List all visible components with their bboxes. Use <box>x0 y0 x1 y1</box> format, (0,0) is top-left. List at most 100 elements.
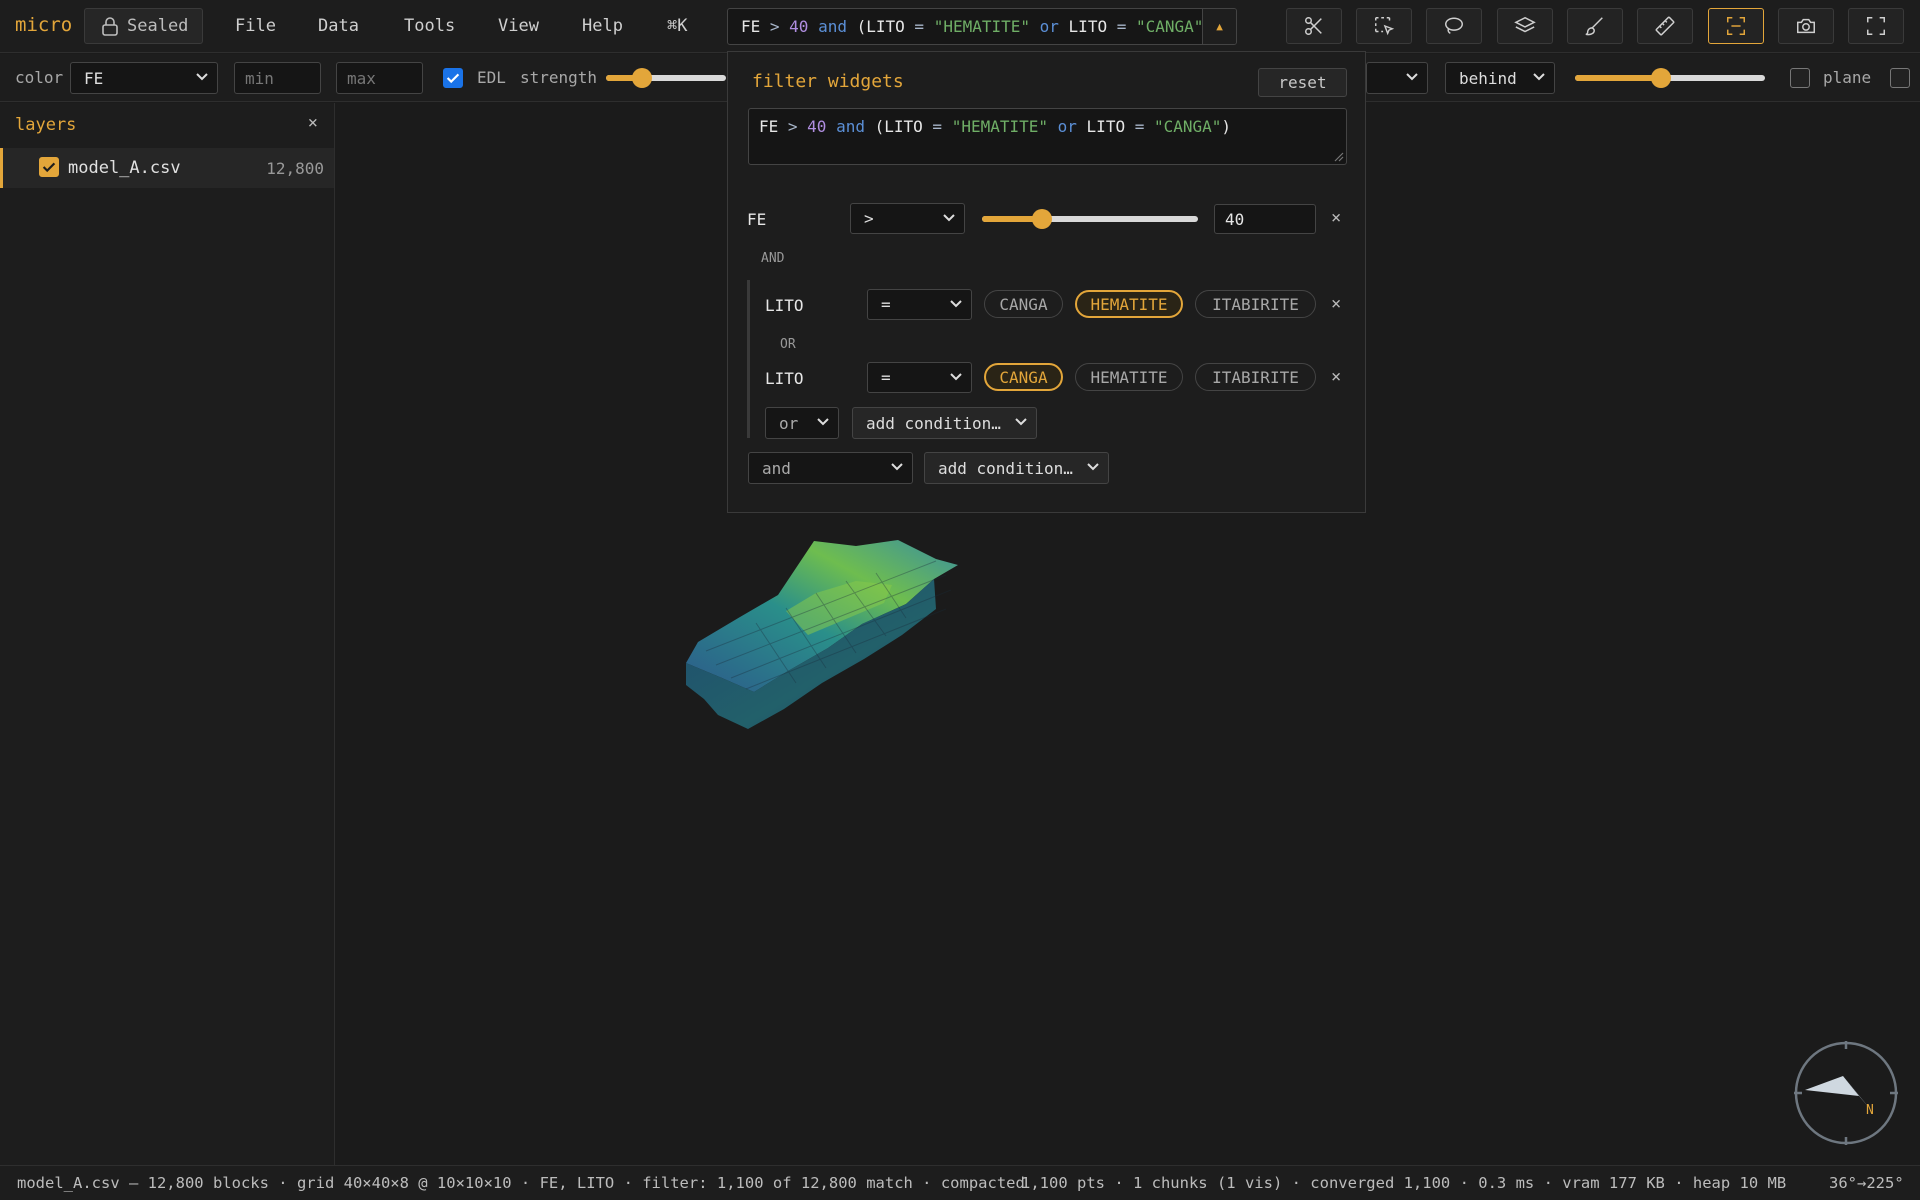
menu-help[interactable]: Help <box>582 16 623 36</box>
lito-option-canga[interactable]: CANGA <box>984 290 1063 318</box>
layers-icon <box>1514 16 1536 33</box>
query-token: = <box>904 17 934 36</box>
color-label: color <box>15 68 64 87</box>
lito-option-canga[interactable]: CANGA <box>984 363 1063 391</box>
lito-field-label: LITO <box>765 296 804 315</box>
query-token: or <box>1048 117 1087 136</box>
edl-label: EDL <box>477 68 506 87</box>
check-icon <box>446 73 460 84</box>
inner-join-select[interactable]: or <box>765 407 839 439</box>
fe-value-slider[interactable] <box>982 209 1198 229</box>
menu-file[interactable]: File <box>235 16 276 36</box>
outer-join-value: and <box>762 459 791 478</box>
compass-widget[interactable]: N <box>1791 1038 1901 1148</box>
command-palette-shortcut[interactable]: ⌘K <box>667 16 687 36</box>
opacity-slider[interactable] <box>1575 68 1765 88</box>
chevron-down-icon <box>1406 73 1418 81</box>
filter-expression-textarea[interactable]: FE > 40 and (LITO = "HEMATITE" or LITO =… <box>748 108 1347 165</box>
max-placeholder: max <box>347 69 376 88</box>
query-token: and <box>826 117 875 136</box>
chevron-down-icon <box>950 373 962 381</box>
chevron-down-icon <box>943 214 955 222</box>
filter-expression-text: FE > 40 and (LITO = "HEMATITE" or LITO =… <box>759 117 1231 136</box>
resize-handle-icon[interactable] <box>1334 152 1344 162</box>
chevron-down-icon <box>817 418 829 426</box>
extra-checkbox[interactable] <box>1890 68 1910 88</box>
fe-operator-select[interactable]: > <box>850 203 965 234</box>
slider-fill <box>1575 75 1661 81</box>
slider-knob[interactable] <box>1650 68 1671 88</box>
ruler-tool-button[interactable] <box>1637 8 1693 44</box>
scissors-icon <box>1305 17 1322 35</box>
lito-operator-select[interactable]: = <box>867 362 972 393</box>
fullscreen-button[interactable] <box>1848 8 1904 44</box>
layer-visibility-checkbox[interactable] <box>39 157 59 177</box>
slider-knob[interactable] <box>1032 209 1053 229</box>
status-bar: model_A.csv — 12,800 blocks · grid 40×40… <box>0 1165 1920 1200</box>
strength-label: strength <box>520 68 598 87</box>
and-connector-label: AND <box>761 251 785 266</box>
lito-option-itabirite[interactable]: ITABIRITE <box>1195 290 1316 318</box>
query-token: "HEMATITE" <box>933 17 1031 36</box>
lasso-tool-button[interactable] <box>1426 8 1482 44</box>
lito-field-label: LITO <box>765 369 804 388</box>
chevron-down-icon <box>891 463 903 471</box>
box-select-tool-button[interactable] <box>1356 8 1412 44</box>
lito-option-hematite[interactable]: HEMATITE <box>1075 290 1183 318</box>
outer-join-select[interactable]: and <box>748 452 913 484</box>
query-token: = <box>1107 17 1136 36</box>
close-sidebar-button[interactable]: × <box>308 113 318 133</box>
screenshot-button[interactable] <box>1778 8 1834 44</box>
cut-tool-button[interactable] <box>1286 8 1342 44</box>
query-token: "HEMATITE" <box>951 117 1049 136</box>
compass-north-label: N <box>1866 1103 1874 1118</box>
sealed-button[interactable]: Sealed <box>84 8 203 44</box>
lito-operator-select[interactable]: = <box>867 289 972 320</box>
chevron-down-icon <box>1533 73 1545 81</box>
filter-panel-toggle[interactable]: ▲ <box>1202 9 1236 44</box>
status-camera-angle: 36°→225° <box>1829 1174 1904 1192</box>
chevron-down-icon <box>196 73 208 81</box>
max-input[interactable]: max <box>336 62 423 94</box>
sealed-label: Sealed <box>127 16 189 36</box>
menu-view[interactable]: View <box>498 16 539 36</box>
layer-count: 12,800 <box>266 159 324 178</box>
focus-tool-button[interactable] <box>1708 8 1764 44</box>
fe-value-text: 40 <box>1225 210 1245 229</box>
filter-query-input[interactable]: FE > 40 and (LITO = "HEMATITE" or LITO =… <box>727 8 1237 45</box>
ruler-icon <box>1655 16 1675 36</box>
hidden-select[interactable] <box>1366 62 1428 94</box>
query-token: 40 <box>789 17 809 36</box>
query-token: or <box>1030 17 1069 36</box>
lito-option-itabirite[interactable]: ITABIRITE <box>1195 363 1316 391</box>
remove-lito-condition-button[interactable]: × <box>1331 367 1341 387</box>
depth-mode-value: behind <box>1459 69 1517 88</box>
menu-tools[interactable]: Tools <box>404 16 455 36</box>
layers-tool-button[interactable] <box>1497 8 1553 44</box>
reset-button[interactable]: reset <box>1258 68 1347 97</box>
add-outer-condition-select[interactable]: add condition… <box>924 452 1109 484</box>
lito-option-hematite[interactable]: HEMATITE <box>1075 363 1183 391</box>
strength-slider[interactable] <box>606 68 726 88</box>
plane-label: plane <box>1823 68 1872 87</box>
depth-mode-select[interactable]: behind <box>1445 62 1555 94</box>
lito-operator-value: = <box>881 295 891 314</box>
menu-data[interactable]: Data <box>318 16 359 36</box>
add-condition-label: add condition… <box>938 459 1073 478</box>
brush-tool-button[interactable] <box>1567 8 1623 44</box>
status-dataset-info: model_A.csv — 12,800 blocks · grid 40×40… <box>17 1174 1025 1192</box>
fe-field-label: FE <box>747 210 767 229</box>
fullscreen-icon <box>1867 17 1885 35</box>
edl-checkbox[interactable] <box>443 68 463 88</box>
plane-checkbox[interactable] <box>1790 68 1810 88</box>
remove-fe-condition-button[interactable]: × <box>1331 208 1341 228</box>
add-inner-condition-select[interactable]: add condition… <box>852 407 1037 439</box>
color-field-select[interactable]: FE <box>70 62 218 94</box>
layer-row[interactable]: model_A.csv 12,800 <box>0 148 334 188</box>
slider-knob[interactable] <box>632 68 652 88</box>
fe-value-input[interactable]: 40 <box>1214 204 1316 234</box>
remove-lito-condition-button[interactable]: × <box>1331 294 1341 314</box>
min-input[interactable]: min <box>234 62 321 94</box>
status-render-stats: 1,100 pts · 1 chunks (1 vis) · converged… <box>1021 1174 1787 1192</box>
camera-icon <box>1797 18 1815 34</box>
